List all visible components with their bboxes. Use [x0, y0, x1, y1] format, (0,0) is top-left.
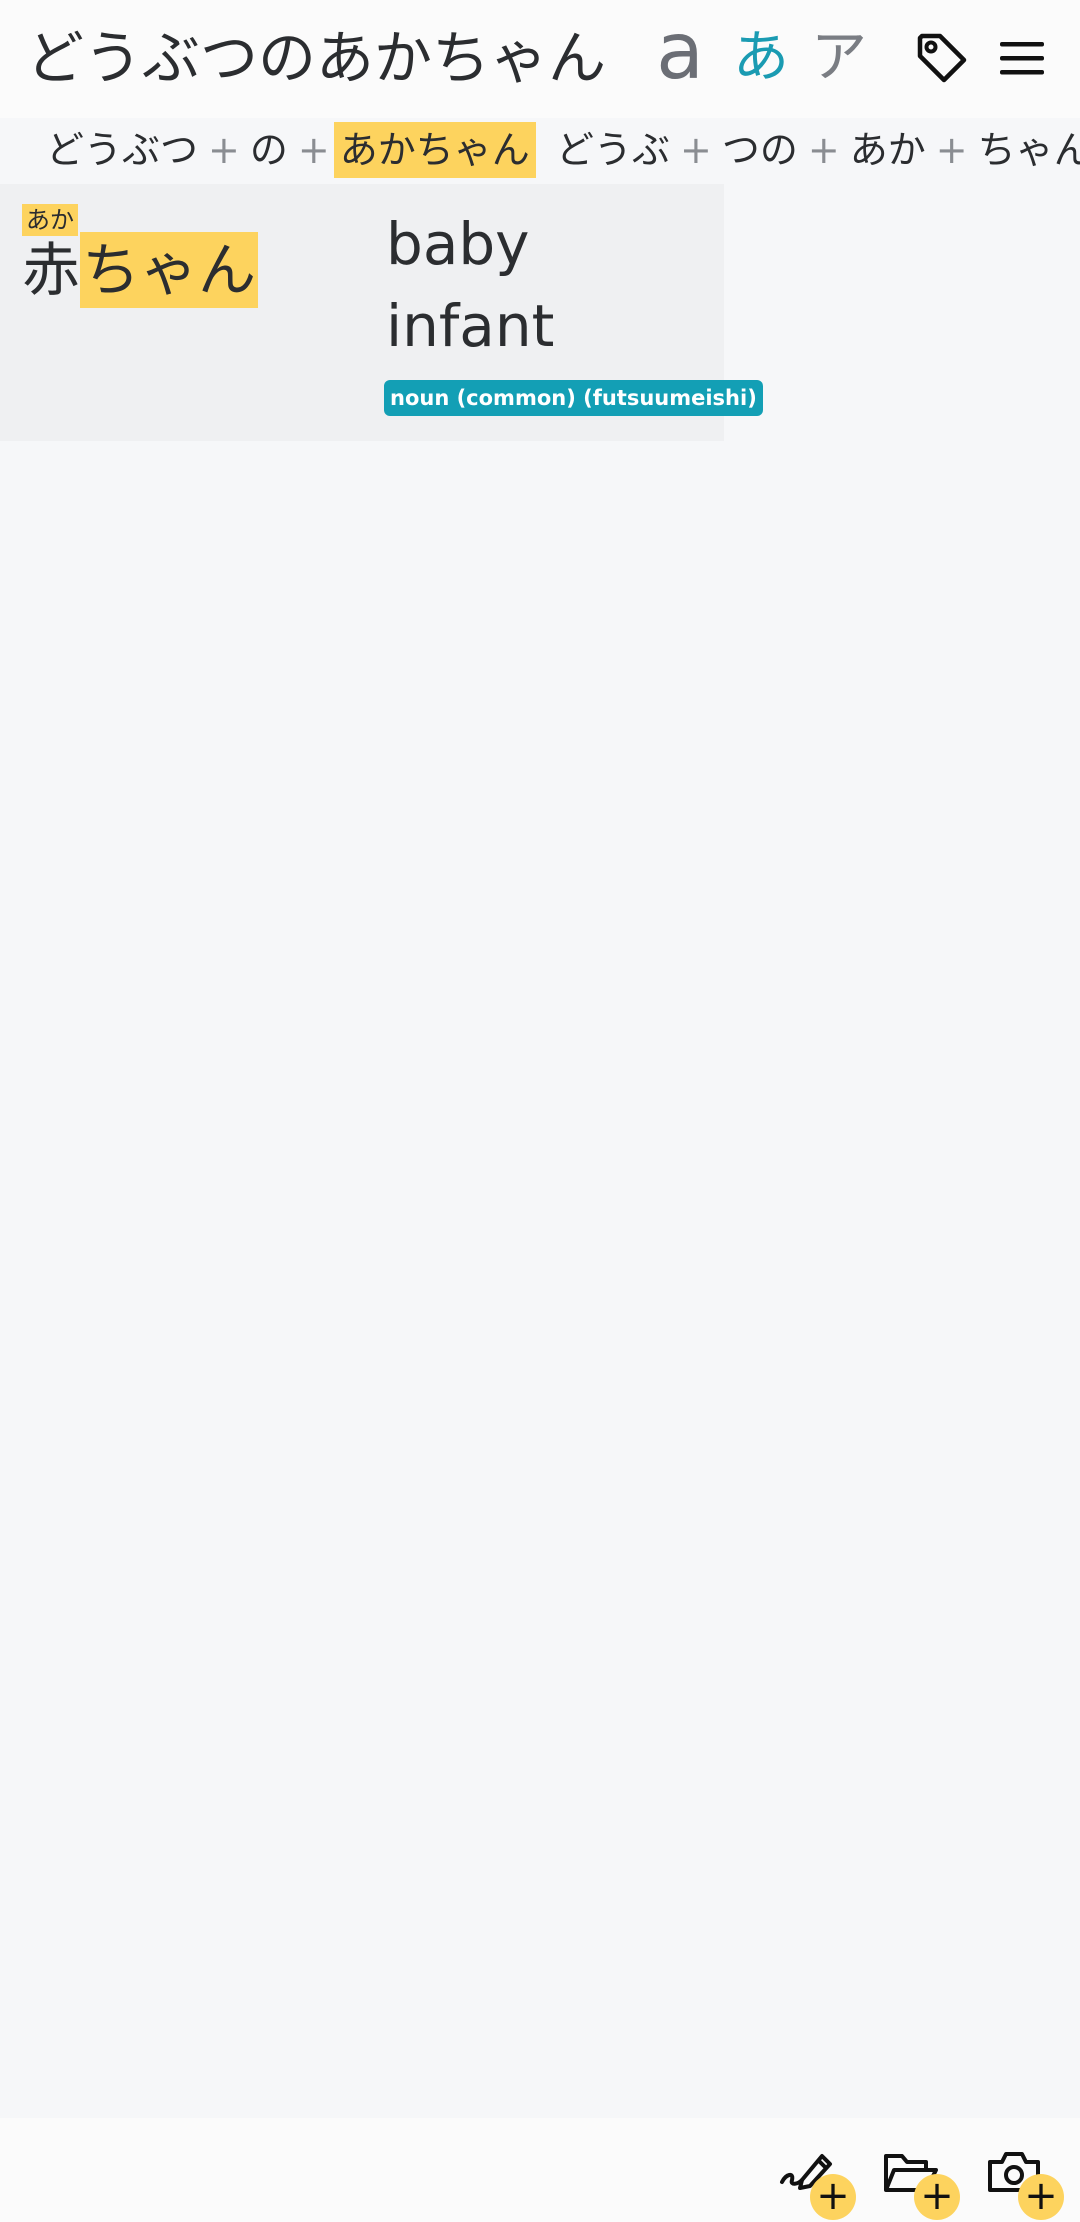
app-header: どうぶつのあかちゃん a あ ア	[0, 0, 1080, 118]
segment[interactable]: の	[244, 122, 294, 178]
gloss-item: baby	[386, 210, 530, 278]
plus-separator: +	[680, 128, 712, 172]
plus-separator: +	[208, 128, 240, 172]
hamburger-menu-icon[interactable]	[992, 28, 1052, 88]
plus-icon: +	[1018, 2174, 1064, 2220]
segment[interactable]: どうぶつ	[40, 122, 204, 178]
bottom-toolbar: + + +	[0, 2118, 1080, 2222]
tag-icon[interactable]	[912, 28, 972, 88]
plus-separator: +	[935, 128, 968, 172]
segmentation-option-2[interactable]: どうぶ + つの + あか + ちゃん	[550, 122, 1080, 178]
camera-capture-button[interactable]: +	[980, 2138, 1070, 2222]
dictionary-entry-card[interactable]: あか 赤ちゃん baby infant noun (common) (futsu…	[0, 184, 763, 441]
part-of-speech-badge: noun (common) (futsuumeishi)	[384, 380, 763, 416]
gloss-item: infant	[386, 292, 555, 360]
open-file-button[interactable]: +	[876, 2138, 966, 2222]
segment[interactable]: ちゃん	[972, 122, 1080, 178]
katakana-toggle-button[interactable]: ア	[806, 10, 872, 106]
segment[interactable]: どうぶ	[550, 122, 676, 178]
hiragana-toggle-button[interactable]: あ	[728, 10, 794, 106]
new-drawing-button[interactable]: +	[772, 2138, 862, 2222]
page-title: どうぶつのあかちゃん	[26, 24, 607, 92]
segment[interactable]: あか	[844, 122, 932, 178]
segmentation-option-1[interactable]: どうぶつ + の + あかちゃん	[40, 122, 536, 178]
segmentation-bar: どうぶつ + の + あかちゃん どうぶ + つの + あか + ちゃん	[0, 118, 1080, 184]
plus-separator: +	[297, 128, 330, 172]
segment[interactable]: つの	[716, 122, 804, 178]
plus-icon: +	[914, 2174, 960, 2220]
headword-kanji: 赤	[22, 236, 81, 304]
romaji-toggle-button[interactable]: a	[650, 4, 710, 100]
segment-selected[interactable]: あかちゃん	[333, 122, 536, 178]
plus-separator: +	[807, 128, 840, 172]
headword-kana: ちゃん	[80, 232, 259, 308]
entry-headword: 赤ちゃん	[22, 232, 259, 308]
plus-icon: +	[810, 2174, 856, 2220]
